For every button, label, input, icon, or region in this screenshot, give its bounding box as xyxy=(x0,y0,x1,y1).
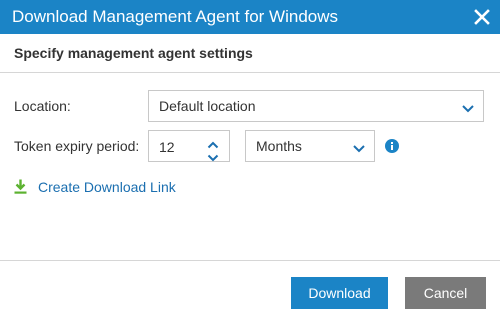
chevron-up-icon[interactable] xyxy=(207,136,219,149)
token-unit-value: Months xyxy=(256,138,302,154)
title-bar: Download Management Agent for Windows xyxy=(0,0,500,34)
info-icon[interactable] xyxy=(385,139,399,153)
close-icon[interactable] xyxy=(470,5,494,29)
chevron-down-icon xyxy=(352,141,366,153)
create-download-link-label[interactable]: Create Download Link xyxy=(38,179,176,195)
location-value: Default location xyxy=(159,98,256,114)
chevron-down-icon xyxy=(461,101,475,113)
dialog-title: Download Management Agent for Windows xyxy=(12,7,339,26)
chevron-down-icon[interactable] xyxy=(207,149,219,162)
download-button[interactable]: Download xyxy=(291,277,388,309)
cancel-button[interactable]: Cancel xyxy=(405,277,486,309)
token-expiry-label: Token expiry period: xyxy=(14,138,140,154)
token-expiry-stepper[interactable] xyxy=(148,130,230,162)
token-expiry-input[interactable] xyxy=(159,137,199,157)
location-label: Location: xyxy=(14,98,71,114)
download-icon xyxy=(14,179,27,194)
section-header: Specify management agent settings xyxy=(0,34,500,73)
location-select[interactable]: Default location xyxy=(148,90,484,122)
section-title: Specify management agent settings xyxy=(14,45,253,61)
footer-divider xyxy=(0,260,500,261)
token-unit-select[interactable]: Months xyxy=(245,130,375,162)
